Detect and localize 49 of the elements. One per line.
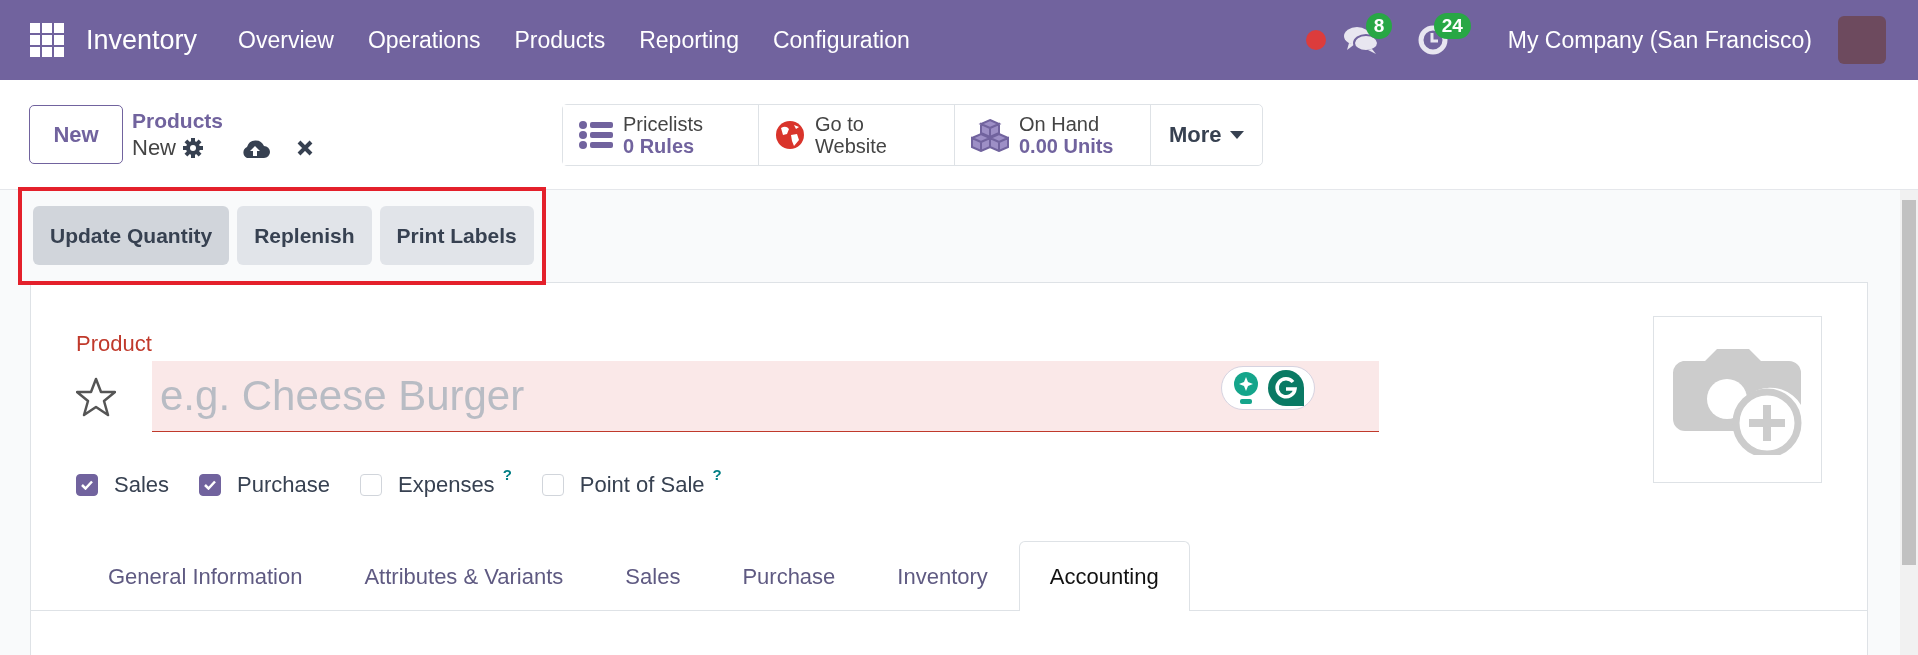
menu-item[interactable]: Reporting	[622, 26, 756, 54]
globe-icon	[775, 119, 805, 150]
help-tooltip[interactable]: ?	[712, 466, 722, 483]
tab[interactable]: Inventory	[866, 541, 1019, 611]
help-tooltip[interactable]: ?	[502, 466, 512, 483]
avatar[interactable]	[1838, 16, 1886, 64]
apps-menu-icon	[30, 23, 64, 57]
checkbox-label: Purchase	[237, 472, 330, 498]
menu-item[interactable]: Configuration	[755, 26, 927, 54]
notification-badge: 8	[1365, 13, 1393, 39]
checkbox-label: Expenses	[398, 472, 495, 498]
field-label: Product	[76, 331, 152, 357]
scrollbar[interactable]	[1900, 190, 1918, 655]
company-switcher[interactable]: My Company (San Francisco)	[1507, 26, 1812, 54]
check-icon	[81, 480, 93, 490]
g-logo-icon	[1268, 370, 1304, 406]
favorite-star-icon[interactable]	[76, 376, 116, 417]
menu-item[interactable]: Operations	[350, 26, 498, 54]
checkbox[interactable]	[76, 474, 98, 496]
action-button[interactable]: Replenish	[237, 206, 372, 265]
stat-button[interactable]: Pricelists 0 Rules	[563, 104, 759, 165]
image-upload-field[interactable]	[1653, 316, 1822, 483]
menu-item[interactable]: Products	[497, 26, 623, 54]
check-icon	[204, 480, 217, 490]
product-name-field[interactable]: e.g. Cheese Burger	[152, 361, 1379, 432]
checkbox-label: Sales	[114, 472, 170, 498]
cubes-icon	[971, 117, 1009, 152]
action-button[interactable]: Print Labels	[379, 206, 534, 265]
action-button[interactable]: Update Quantity	[33, 206, 230, 265]
new-button[interactable]: New	[29, 105, 123, 164]
tab[interactable]: Sales	[594, 541, 712, 611]
close-icon	[296, 138, 314, 157]
checkbox[interactable]	[199, 474, 222, 496]
lightbulb-icon	[1232, 371, 1260, 405]
checkbox-label: Point of Sale	[579, 472, 705, 498]
status-dot-icon	[1305, 30, 1326, 50]
tab[interactable]: General Information	[77, 541, 334, 611]
tab[interactable]: Attributes & Variants	[333, 541, 595, 611]
caret-icon	[1229, 130, 1244, 139]
menu-item[interactable]: Overview	[221, 26, 351, 54]
tab[interactable]: Purchase	[711, 541, 867, 611]
list-icon	[579, 120, 613, 149]
settings-icon	[182, 136, 204, 159]
tab[interactable]: Accounting	[1018, 541, 1190, 611]
breadcrumb-current: New	[132, 134, 176, 161]
writing-assistant-widget[interactable]	[1221, 366, 1315, 410]
breadcrumb-link[interactable]: Products	[132, 108, 223, 133]
app-title[interactable]: Inventory	[86, 24, 198, 56]
notification-badge: 24	[1433, 13, 1471, 39]
